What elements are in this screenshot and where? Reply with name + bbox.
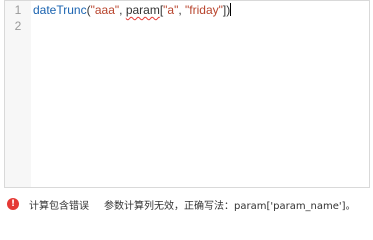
param-keyword-error: param: [125, 3, 160, 17]
string-arg-2: "a": [163, 3, 179, 17]
error-message: 参数计算列无效，正确写法：param['param_name']。: [104, 200, 356, 212]
line-number-2: 2: [14, 19, 22, 33]
error-title: 计算包含错误: [29, 200, 89, 212]
string-arg-1: "aaa": [90, 3, 120, 17]
comma-1: ,: [119, 3, 126, 17]
line-number-gutter: 1 2: [5, 1, 31, 187]
exclamation-icon: !: [7, 198, 19, 210]
string-arg-3: "friday": [185, 3, 223, 17]
line-number-1: 1: [14, 3, 22, 17]
error-status-bar: ! 计算包含错误 参数计算列无效，正确写法：param['param_name'…: [4, 195, 370, 213]
code-line-1[interactable]: dateTrunc("aaa", param["a", "friday"]): [33, 2, 232, 18]
function-name: dateTrunc: [33, 3, 87, 17]
formula-editor[interactable]: 1 2 dateTrunc("aaa", param["a", "friday"…: [4, 0, 370, 188]
text-cursor: [230, 3, 232, 16]
